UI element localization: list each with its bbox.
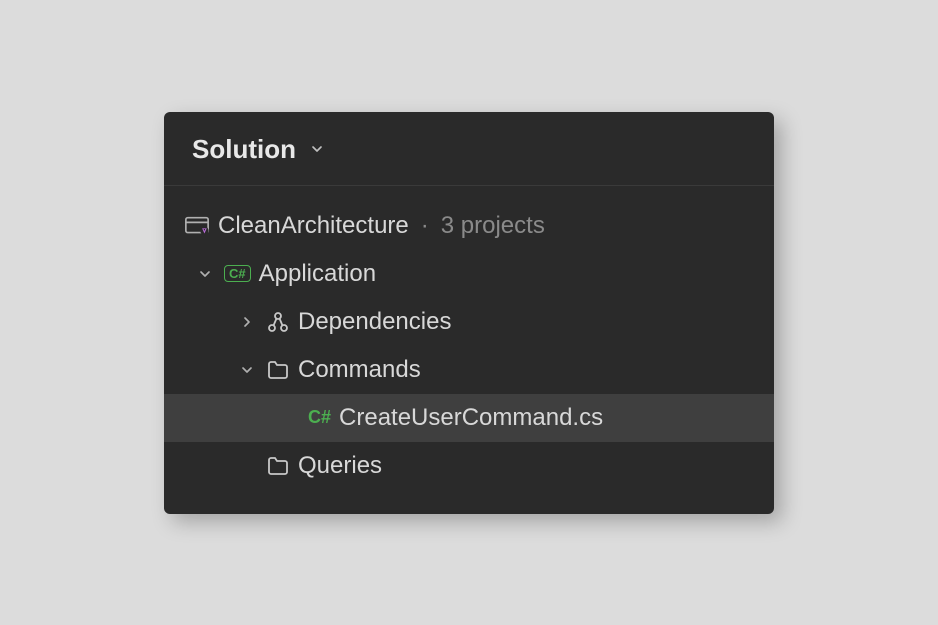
chevron-down-icon[interactable] — [194, 263, 216, 285]
project-application-row[interactable]: C# Application — [164, 250, 774, 298]
csharp-file-icon: C# — [308, 407, 331, 428]
file-label: CreateUserCommand.cs — [339, 404, 603, 432]
solution-row[interactable]: CleanArchitecture · 3 projects — [164, 202, 774, 250]
folder-icon — [266, 455, 290, 477]
dependencies-icon — [266, 310, 290, 334]
project-label: Application — [259, 260, 376, 288]
create-user-command-row[interactable]: C# CreateUserCommand.cs — [164, 394, 774, 442]
chevron-down-icon[interactable] — [236, 359, 258, 381]
solution-icon — [184, 215, 210, 237]
folder-label: Commands — [298, 356, 421, 384]
csharp-project-icon: C# — [224, 265, 251, 282]
panel-title: Solution — [192, 134, 296, 165]
commands-folder-row[interactable]: Commands — [164, 346, 774, 394]
chevron-down-icon — [308, 140, 326, 158]
folder-icon — [266, 359, 290, 381]
solution-tree: CleanArchitecture · 3 projects C# Applic… — [164, 186, 774, 514]
dependencies-label: Dependencies — [298, 308, 451, 336]
queries-folder-row[interactable]: Queries — [164, 442, 774, 490]
chevron-right-icon[interactable] — [236, 311, 258, 333]
dependencies-row[interactable]: Dependencies — [164, 298, 774, 346]
project-count: 3 projects — [441, 212, 545, 240]
separator-dot: · — [417, 212, 433, 240]
panel-header[interactable]: Solution — [164, 112, 774, 186]
folder-label: Queries — [298, 452, 382, 480]
solution-explorer-panel: Solution CleanArchitecture · 3 projects — [164, 112, 774, 514]
solution-name: CleanArchitecture — [218, 212, 409, 240]
